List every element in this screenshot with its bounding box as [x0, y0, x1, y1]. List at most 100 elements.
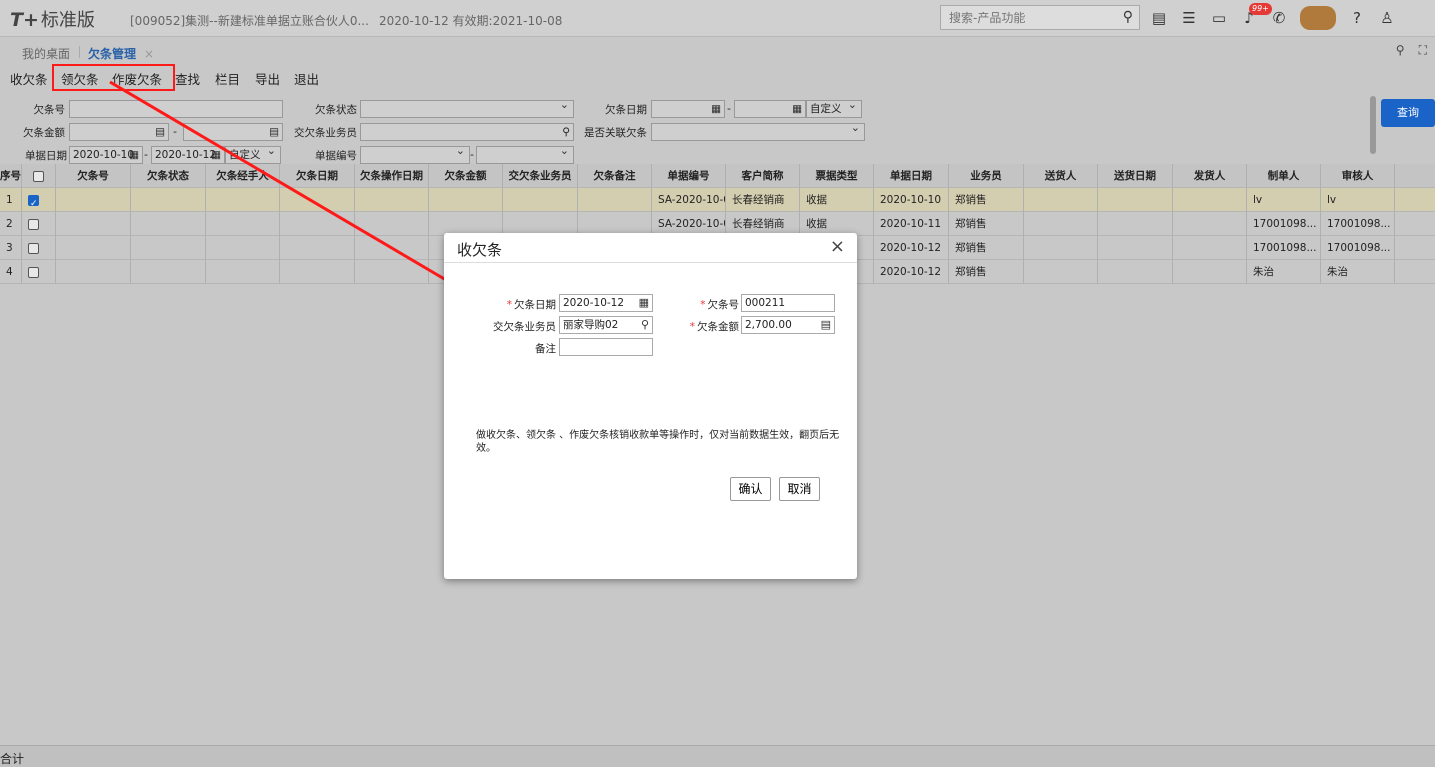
tab-iou-management[interactable]: 欠条管理 × [88, 45, 154, 62]
column-header[interactable]: 单据日期 [874, 164, 949, 188]
table-cell: 3 [0, 236, 22, 260]
amount-field[interactable]: 2,700.00 ▤ [741, 316, 835, 334]
calendar-icon[interactable]: ▦ [639, 295, 649, 311]
table-cell [56, 236, 131, 260]
column-header[interactable]: 欠条日期 [280, 164, 355, 188]
message-icon[interactable]: ▭ [1210, 9, 1228, 27]
iou-amount-from[interactable]: ▤ [69, 123, 169, 141]
calculator-icon[interactable]: ▤ [821, 317, 831, 333]
row-checkbox[interactable] [28, 266, 39, 278]
dialog-note: 做收欠条、领欠条 、作废欠条核销收款单等操作时，仅对当前数据生效，翻页后无效。 [476, 430, 840, 454]
cancel-button[interactable]: 取消 [779, 477, 820, 501]
iou-date-mode-select[interactable]: 自定义 [806, 97, 862, 118]
column-header[interactable]: 送货日期 [1098, 164, 1173, 188]
search-icon[interactable]: ⚲ [641, 317, 649, 333]
row-checkbox[interactable] [28, 242, 39, 254]
calculator-icon[interactable]: ▤ [269, 124, 279, 140]
calendar-icon[interactable]: ▦ [211, 147, 221, 163]
row-checkbox[interactable] [28, 192, 39, 212]
column-header[interactable]: 欠条操作日期 [355, 164, 429, 188]
find-button[interactable]: 查找 [175, 69, 200, 88]
column-header[interactable]: 制单人 [1247, 164, 1321, 188]
calculator-icon[interactable]: ▤ [1150, 9, 1168, 27]
column-header[interactable]: 客户简称 [726, 164, 800, 188]
table-cell: 郑销售 [949, 236, 1024, 260]
iou-amount-to[interactable]: ▤ [183, 123, 283, 141]
staff-field-label: 交欠条业务员 [493, 321, 556, 333]
checklist-icon[interactable]: ☰ [1180, 9, 1198, 27]
calendar-icon[interactable]: ▦ [711, 101, 721, 117]
receive-iou-button[interactable]: 收欠条 [10, 69, 48, 88]
mascot-icon[interactable] [1300, 6, 1336, 30]
phone-icon[interactable]: ✆ [1270, 9, 1288, 27]
row-checkbox[interactable] [28, 218, 39, 230]
product-search-box[interactable]: ⚲ [940, 5, 1140, 30]
tab-close-icon[interactable]: × [144, 47, 154, 61]
query-button[interactable]: 查询 [1381, 99, 1435, 127]
iou-date-to[interactable]: ▦ [734, 100, 806, 118]
export-button[interactable]: 导出 [255, 69, 280, 88]
search-icon[interactable]: ⚲ [562, 124, 570, 140]
calculator-icon[interactable]: ▤ [155, 124, 165, 140]
dialog-close-icon[interactable]: × [830, 236, 845, 257]
dialog-title: 收欠条 [457, 241, 503, 259]
doc-date-from[interactable]: 2020-10-10 ▦ [69, 146, 143, 164]
doc-no-prefix-select[interactable] [360, 143, 470, 164]
filter-scrollbar[interactable] [1370, 96, 1376, 154]
highlight-box [52, 64, 175, 91]
table-cell [206, 188, 280, 212]
calendar-icon[interactable]: ▦ [129, 147, 139, 163]
iou-status-select[interactable] [360, 97, 574, 118]
column-header[interactable]: 审核人 [1321, 164, 1395, 188]
bell-icon[interactable]: ♪ 99+ [1240, 3, 1272, 27]
handover-staff-input[interactable]: ⚲ [360, 123, 574, 141]
iou-no-label: 欠条号 [33, 104, 66, 116]
column-header[interactable]: 序号 [0, 164, 22, 188]
column-header[interactable]: 欠条备注 [578, 164, 652, 188]
column-header[interactable]: 欠条金额 [429, 164, 503, 188]
doc-no-suffix-select[interactable] [476, 143, 574, 164]
column-header[interactable]: 发货人 [1173, 164, 1247, 188]
help-icon[interactable]: ? [1348, 9, 1366, 27]
iou-no-input[interactable] [69, 100, 283, 118]
column-header[interactable]: 票据类型 [800, 164, 874, 188]
remark-field-label: 备注 [535, 343, 556, 355]
column-header[interactable]: 欠条号 [56, 164, 131, 188]
column-header[interactable]: 欠条经手人 [206, 164, 280, 188]
iou-date-from[interactable]: ▦ [651, 100, 725, 118]
staff-field[interactable]: 丽家导购02 ⚲ [559, 316, 653, 334]
confirm-button[interactable]: 确认 [730, 477, 771, 501]
column-header[interactable] [22, 164, 56, 188]
iou-no-field[interactable]: 000211 [741, 294, 835, 312]
table-cell [1173, 260, 1247, 284]
column-header[interactable]: 交欠条业务员 [503, 164, 578, 188]
table-row[interactable]: 1 SA-2020-10-0003长春经销商收据2020-10-10郑销售 lvlv [0, 188, 1435, 212]
tab-home[interactable]: 我的桌面 [22, 45, 70, 62]
column-header[interactable]: 单据编号 [652, 164, 726, 188]
column-header[interactable]: 送货人 [1024, 164, 1098, 188]
user-icon[interactable]: ♙ [1378, 9, 1396, 27]
table-cell [1098, 212, 1173, 236]
doc-date-mode-select[interactable]: 自定义 [225, 143, 281, 164]
remark-field[interactable] [559, 338, 653, 356]
exit-button[interactable]: 退出 [294, 69, 319, 88]
calendar-icon[interactable]: ▦ [792, 101, 802, 117]
column-header[interactable]: 欠条状态 [131, 164, 206, 188]
select-all-checkbox[interactable] [33, 170, 44, 182]
table-cell: 郑销售 [949, 212, 1024, 236]
table-cell [280, 212, 355, 236]
product-search-input[interactable] [941, 6, 1111, 29]
doc-date-to[interactable]: 2020-10-12 ▦ [151, 146, 225, 164]
linked-iou-select[interactable] [651, 120, 865, 141]
app-logo: T+ 标准版 [10, 9, 95, 31]
zoom-icon[interactable]: ⚲ [1396, 43, 1405, 58]
tab-separator [79, 46, 80, 58]
doc-date-label: 单据日期 [25, 150, 67, 162]
search-icon[interactable]: ⚲ [1123, 9, 1133, 25]
fullscreen-icon[interactable]: ⛶ [1419, 43, 1427, 58]
columns-button[interactable]: 栏目 [215, 69, 240, 88]
column-header[interactable]: 业务员 [949, 164, 1024, 188]
table-cell [1173, 188, 1247, 212]
iou-date-field[interactable]: 2020-10-12 ▦ [559, 294, 653, 312]
table-cell [1173, 212, 1247, 236]
